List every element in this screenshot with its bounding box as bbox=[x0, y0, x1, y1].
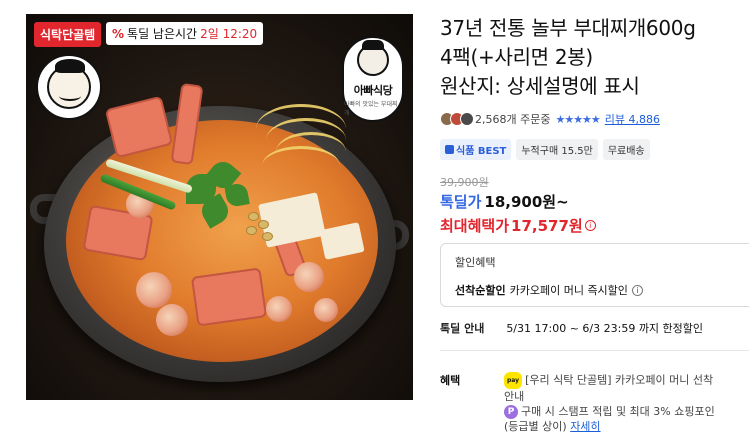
sausage-slice bbox=[314, 298, 338, 322]
percent-icon: % bbox=[112, 26, 125, 41]
more-details-link[interactable]: 자세히 bbox=[570, 420, 600, 433]
product-image[interactable]: 식탁단골템 % 톡딜 남은시간 2일 12:20 아빠식당 아빠의 맛있는 부대… bbox=[26, 14, 413, 400]
max-benefit-label: 최대혜택가 bbox=[440, 217, 510, 235]
food-best-badge[interactable]: 식품 BEST bbox=[440, 139, 512, 160]
category-tag: 식탁단골템 bbox=[34, 22, 102, 47]
brand-name: 아빠식당 bbox=[353, 84, 393, 97]
free-shipping-badge: 무료배송 bbox=[602, 139, 650, 160]
baked-bean bbox=[248, 212, 259, 221]
point-icon: P bbox=[504, 405, 518, 419]
star-rating-icon: ★★★★★ bbox=[555, 112, 600, 126]
order-count: 2,568개 주문중 bbox=[475, 113, 551, 126]
timer-label: 톡딜 남은시간 bbox=[127, 27, 198, 41]
max-benefit-price: 17,577원 bbox=[511, 217, 583, 235]
rating-row: 2,568개 주문중 ★★★★★ 리뷰 4,886 bbox=[440, 110, 660, 128]
deal-period-text: 5/31 17:00 ~ 6/3 23:59 까지 한정할인 bbox=[506, 322, 704, 335]
benefit-item-point: P 구매 시 스탬프 적립 및 최대 3% 쇼핑포인 (등급별 상이) 자세히 bbox=[504, 404, 715, 434]
deal-price-label: 톡딜가 bbox=[440, 193, 482, 211]
avatar bbox=[460, 112, 474, 126]
chef-icon bbox=[357, 40, 389, 76]
kakaopay-discount-text: 카카오페이 머니 즉시할인 bbox=[509, 284, 628, 297]
title-line-2: 4팩(+사리면 2봉) bbox=[440, 45, 593, 69]
baked-bean bbox=[246, 226, 257, 235]
baked-bean bbox=[258, 220, 269, 229]
deal-price: 18,900원~ bbox=[484, 193, 569, 211]
sausage-slice bbox=[136, 272, 172, 308]
divider bbox=[440, 350, 749, 351]
timer-remaining: 2일 12:20 bbox=[200, 27, 258, 41]
review-count-link[interactable]: 리뷰 4,886 bbox=[605, 111, 660, 127]
benefit-item-kakaopay: pay [우리 식탁 단골템] 카카오페이 머니 선착 안내 bbox=[504, 372, 713, 404]
discount-title: 할인혜택 bbox=[455, 256, 496, 269]
spam-slice bbox=[190, 267, 268, 327]
kakaopay-icon: pay bbox=[504, 372, 523, 389]
brand-logo: 아빠식당 아빠의 맛있는 부대찌개 bbox=[342, 36, 404, 122]
baked-bean bbox=[262, 232, 273, 241]
discount-box: 할인혜택 선착순할인 카카오페이 머니 즉시할인 i bbox=[440, 243, 749, 307]
food-best-label: 식품 BEST bbox=[456, 146, 507, 157]
benefit-2-cont: (등급별 상이) bbox=[504, 420, 567, 433]
brand-subtitle: 아빠의 맛있는 부대찌개 bbox=[344, 101, 398, 117]
title-line-1: 37년 전통 놀부 부대찌개600g bbox=[440, 16, 696, 40]
benefit-1-cont: 안내 bbox=[504, 390, 525, 403]
product-title: 37년 전통 놀부 부대찌개600g 4팩(+사리면 2봉) 원산지: 상세설명… bbox=[440, 14, 749, 101]
mascot-logo bbox=[36, 54, 102, 120]
discount-line: 선착순할인 카카오페이 머니 즉시할인 i bbox=[455, 282, 749, 298]
first-come-label: 선착순할인 bbox=[455, 284, 506, 297]
sausage-slice bbox=[294, 262, 324, 292]
benefit-2-text: 구매 시 스탬프 적립 및 최대 3% 쇼핑포인 bbox=[521, 405, 715, 418]
badge-row: 식품 BEST 누적구매 15.5만 무료배송 bbox=[440, 139, 650, 160]
max-benefit-row: 최대혜택가 17,577원 i bbox=[440, 215, 596, 236]
ramen-noodle bbox=[262, 146, 340, 186]
deal-period-label: 톡딜 안내 bbox=[440, 322, 485, 335]
info-icon[interactable]: i bbox=[631, 284, 643, 296]
original-price: 39,900원 bbox=[440, 176, 489, 189]
deal-period-row: 톡딜 안내 5/31 17:00 ~ 6/3 23:59 까지 한정할인 bbox=[440, 320, 703, 336]
info-icon[interactable]: i bbox=[584, 220, 596, 231]
best-icon bbox=[445, 145, 454, 154]
cumulative-purchase-badge: 누적구매 15.5만 bbox=[516, 139, 598, 160]
sausage-slice bbox=[266, 296, 292, 322]
benefit-label: 혜택 bbox=[440, 374, 461, 387]
buyer-avatars bbox=[440, 112, 474, 126]
title-line-3: 원산지: 상세설명에 표시 bbox=[440, 74, 640, 98]
sausage-slice bbox=[156, 304, 188, 336]
benefit-1-text: [우리 식탁 단골템] 카카오페이 머니 선착 bbox=[525, 373, 714, 387]
deal-timer: % 톡딜 남은시간 2일 12:20 bbox=[106, 22, 264, 45]
deal-price-row: 톡딜가 18,900원~ bbox=[440, 191, 569, 212]
